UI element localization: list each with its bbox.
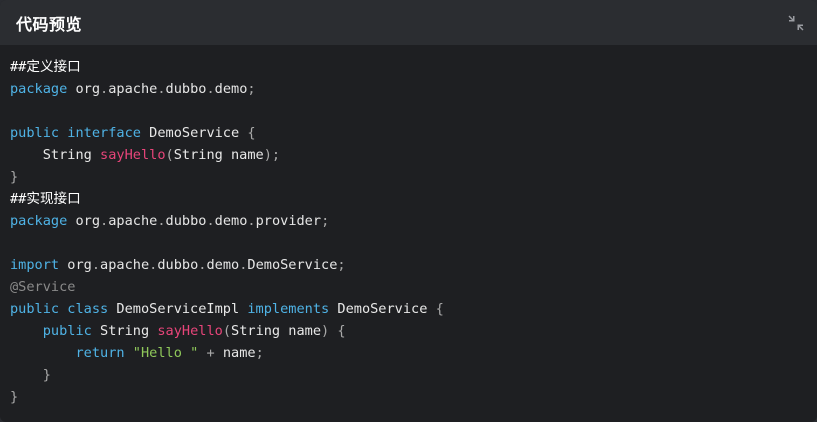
code-token: . [157,213,166,229]
code-token: } [10,367,51,383]
code-token: public [10,301,60,317]
code-token: ); [263,147,281,163]
code-token: name [222,345,256,361]
code-token: { [247,125,256,141]
code-token: sayHello [100,147,166,163]
code-line: @Service [10,276,817,298]
code-line: import org.apache.dubbo.demo.DemoService… [10,254,817,276]
code-token: String [91,323,158,339]
code-token: . [206,81,215,97]
code-token: dubbo [165,81,207,97]
code-token: ; [255,345,264,361]
code-token: DemoService [247,257,338,273]
code-token: String [10,147,101,163]
code-token: dubbo [165,213,207,229]
code-line: } [10,364,817,386]
code-line: package org.apache.dubbo.demo.provider; [10,210,817,232]
code-token: public [10,125,60,141]
code-token: . [91,257,101,273]
code-token: } [10,169,19,185]
code-token: package [10,81,68,97]
code-token: DemoServiceImpl [108,301,248,317]
code-token: interface [67,125,141,141]
code-token: . [100,213,109,229]
code-token: demo [214,213,248,229]
code-token: . [100,81,109,97]
code-token: org [59,257,92,273]
code-token: . [247,213,256,229]
code-token: ##实现接口 [10,191,81,207]
code-token: String name [173,147,264,163]
code-line: package org.apache.dubbo.demo; [10,78,817,100]
code-token: ; [337,257,346,273]
code-token: } [10,389,19,405]
code-token: DemoService [140,125,248,141]
code-token: apache [108,81,158,97]
code-token: { [435,301,444,317]
code-token: import [10,257,60,273]
code-token: + [198,345,223,361]
panel-header: 代码预览 [0,0,817,45]
code-line: ##实现接口 [10,188,817,210]
code-preview-panel: 代码预览 ##定义接口 package org.apache.dubbo.demo… [0,0,817,422]
code-token: package [10,213,68,229]
code-token: . [157,81,166,97]
code-line: String sayHello(String name); [10,144,817,166]
code-line: } [10,386,817,408]
code-token: ; [247,81,256,97]
code-token: dubbo [157,257,199,273]
code-token: apache [100,257,150,273]
code-token: demo [206,257,240,273]
code-line: return "Hello " + name; [10,342,817,364]
code-token: . [206,213,215,229]
code-block: ##定义接口 package org.apache.dubbo.demo; pub… [0,45,817,408]
code-line: public class DemoServiceImpl implements … [10,298,817,320]
code-token: apache [108,213,158,229]
code-line: ##定义接口 [10,56,817,78]
code-token: ) { [321,323,346,339]
code-token: @Service [10,279,76,295]
code-token: ##定义接口 [10,59,81,75]
code-token: class [67,301,109,317]
code-token: org [67,81,101,97]
code-token: String name [231,323,322,339]
panel-title: 代码预览 [16,14,83,34]
code-token: demo [214,81,248,97]
collapse-arrows-icon[interactable] [787,14,805,32]
code-token: ( [165,147,174,163]
code-token: sayHello [157,323,223,339]
code-token: public [42,323,92,339]
code-token: ; [321,213,330,229]
code-line: public interface DemoService { [10,122,817,144]
code-line: } [10,166,817,188]
code-token: provider [255,213,322,229]
code-token: implements [247,301,330,317]
code-token: ( [222,323,232,339]
code-token: org [67,213,101,229]
code-token: return [75,345,125,361]
code-token: DemoService [329,301,436,317]
code-line: public String sayHello(String name) { [10,320,817,342]
code-token: "Hello " [132,345,199,361]
